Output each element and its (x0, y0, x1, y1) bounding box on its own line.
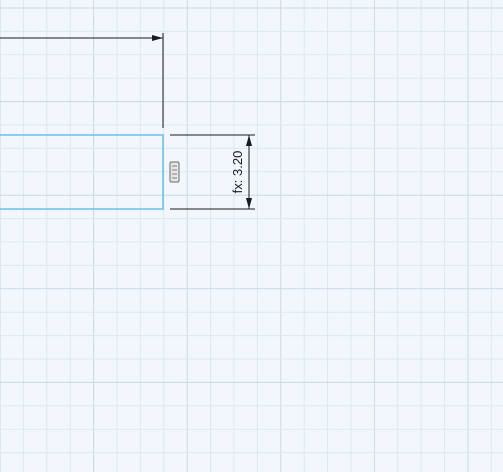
horizontal-dimension[interactable] (0, 33, 164, 128)
vertical-constraint-icon[interactable] (169, 161, 180, 183)
vertical-dimension-label[interactable]: fx: 3.20 (230, 151, 245, 194)
sketch-canvas[interactable]: fx: 3.20 (0, 0, 503, 472)
vertical-dimension-arrowhead-top (246, 135, 252, 146)
sketch-grid (0, 0, 503, 472)
vertical-dimension-arrowhead-bottom (246, 198, 252, 209)
horizontal-dimension-arrowhead (152, 35, 163, 41)
